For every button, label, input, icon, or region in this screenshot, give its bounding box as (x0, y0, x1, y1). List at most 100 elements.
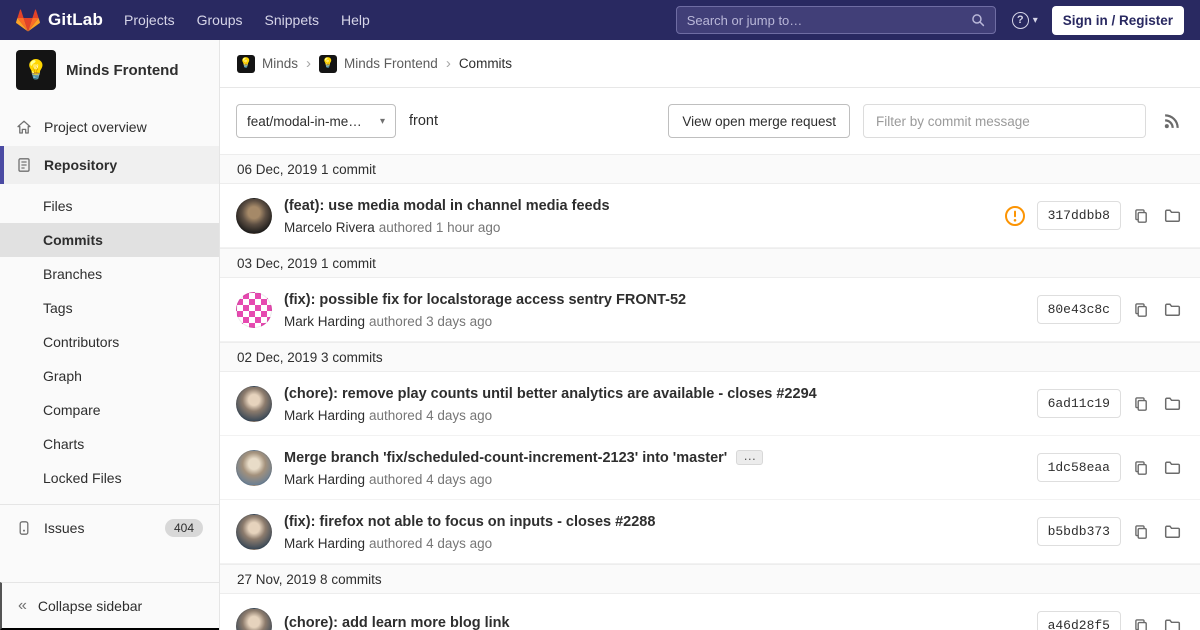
commit-date-header: 27 Nov, 2019 8 commits (220, 564, 1200, 594)
sidebar-item-label: Project overview (44, 119, 147, 135)
browse-files-button[interactable] (1161, 456, 1184, 479)
breadcrumb-item-minds[interactable]: Minds (262, 56, 298, 71)
copy-sha-button[interactable] (1130, 205, 1152, 227)
commit-meta: Mark Harding authored 4 days ago (284, 536, 1037, 551)
copy-sha-button[interactable] (1130, 521, 1152, 543)
commit-sha-link[interactable]: 1dc58eaa (1036, 453, 1121, 482)
project-header[interactable]: 💡 Minds Frontend (0, 40, 219, 96)
navbar-menu: Projects Groups Snippets Help (113, 0, 381, 40)
navbar-item-groups[interactable]: Groups (186, 0, 254, 40)
sidebar-item-compare[interactable]: Compare (0, 393, 219, 427)
sidebar-item-charts[interactable]: Charts (0, 427, 219, 461)
commit-sha-link[interactable]: b5bdb373 (1036, 517, 1121, 546)
repo-subitems: Files Commits Branches Tags Contributors Grap… (0, 184, 219, 495)
sidebar-item-repository[interactable]: Repository (0, 146, 219, 184)
browse-files-button[interactable] (1161, 520, 1184, 543)
sidebar-item-issues[interactable]: Issues 404 (0, 509, 219, 547)
commit-author-avatar[interactable] (236, 513, 272, 550)
browse-files-button[interactable] (1161, 614, 1184, 630)
breadcrumb-avatar-icon: 💡 (237, 54, 255, 73)
sidebar-item-contributors[interactable]: Contributors (0, 325, 219, 359)
commit-title-line: (chore): remove play counts until better… (284, 385, 1037, 402)
commit-author-avatar[interactable] (236, 449, 272, 486)
commit-main: (chore): remove play counts until better… (284, 385, 1037, 423)
commit-author-link[interactable]: Mark Harding (284, 472, 365, 487)
commit-date-header: 06 Dec, 2019 1 commit (220, 154, 1200, 184)
selected-branch: feat/modal-in-me… (247, 113, 362, 129)
help-menu-button[interactable]: ? ▾ (1011, 11, 1038, 29)
pipeline-status-warning-icon[interactable] (1004, 205, 1026, 227)
navbar-item-projects[interactable]: Projects (113, 0, 186, 40)
view-open-merge-request-button[interactable]: View open merge request (668, 104, 850, 138)
commit-main: (chore): add learn more blog link (284, 614, 1037, 630)
commit-actions: 317ddbb8 (1004, 201, 1184, 230)
browse-files-button[interactable] (1161, 204, 1184, 227)
chevron-down-icon: ▾ (379, 115, 385, 127)
breadcrumb: 💡 Minds › 💡 Minds Frontend › Commits (220, 40, 1200, 88)
repo-path: front (409, 113, 439, 129)
navbar-item-help[interactable]: Help (330, 0, 381, 40)
commit-title-link[interactable]: (feat): use media modal in channel media… (284, 198, 610, 214)
commits-feed-button[interactable] (1159, 109, 1184, 134)
sidebar-item-tags[interactable]: Tags (0, 291, 219, 325)
branch-selector-dropdown[interactable]: feat/modal-in-me… ▾ (236, 104, 396, 138)
commit-title-link[interactable]: (fix): possible fix for localstorage acc… (284, 292, 686, 308)
commit-sha-link[interactable]: 6ad11c19 (1036, 389, 1121, 418)
expand-commit-message-button[interactable]: … (736, 449, 764, 465)
toolbar-right: View open merge request (668, 104, 1184, 138)
sidebar-nav: Project overview Repository Files Commits… (0, 96, 219, 630)
commit-actions: 6ad11c19 (1036, 389, 1184, 418)
breadcrumb-item-minds-frontend[interactable]: Minds Frontend (344, 56, 438, 71)
commit-author-link[interactable]: Mark Harding (284, 314, 365, 329)
commit-title-link[interactable]: (chore): remove play counts until better… (284, 386, 817, 402)
commit-filter-input[interactable] (863, 104, 1146, 138)
sidebar-item-commits[interactable]: Commits (0, 223, 219, 257)
sidebar-item-locked-files[interactable]: Locked Files (0, 461, 219, 495)
sidebar-item-graph[interactable]: Graph (0, 359, 219, 393)
commit-row: (feat): use media modal in channel media… (220, 184, 1200, 248)
commit-title-line: (fix): possible fix for localstorage acc… (284, 291, 1037, 308)
copy-sha-button[interactable] (1130, 393, 1152, 415)
commit-row: (chore): add learn more blog link a46d28f… (220, 594, 1200, 630)
commit-meta: Marcelo Rivera authored 1 hour ago (284, 220, 1004, 235)
gitlab-logo[interactable]: GitLab (16, 8, 104, 32)
commit-title-link[interactable]: (chore): add learn more blog link (284, 615, 510, 630)
commit-author-link[interactable]: Marcelo Rivera (284, 220, 375, 235)
commit-author-avatar[interactable] (236, 197, 272, 234)
commit-author-avatar[interactable] (236, 385, 272, 422)
search-input[interactable] (686, 12, 971, 28)
copy-sha-button[interactable] (1130, 299, 1152, 321)
repository-icon (16, 157, 33, 173)
commit-sha-link[interactable]: a46d28f5 (1036, 611, 1121, 630)
commit-title-line: Merge branch 'fix/scheduled-count-increm… (284, 449, 1037, 466)
commit-sha-link[interactable]: 317ddbb8 (1036, 201, 1121, 230)
gitlab-tanuki-icon (16, 8, 40, 32)
collapse-sidebar-button[interactable]: « Collapse sidebar (0, 582, 219, 630)
commit-meta: Mark Harding authored 4 days ago (284, 472, 1037, 487)
commit-author-avatar[interactable] (236, 607, 272, 630)
collapse-icon: « (18, 596, 27, 614)
commit-sha-link[interactable]: 80e43c8c (1036, 295, 1121, 324)
sidebar-item-branches[interactable]: Branches (0, 257, 219, 291)
commit-list: 06 Dec, 2019 1 commit (feat): use media m… (220, 154, 1200, 630)
top-navbar: GitLab ProjectsGroupsSnippetsHelp ? ▾ Si… (0, 0, 1200, 40)
sidebar-item-project-overview[interactable]: Project overview (0, 108, 219, 146)
sidebar-item-label: Issues (44, 520, 85, 536)
commit-title-link[interactable]: Merge branch 'fix/scheduled-count-increm… (284, 450, 727, 466)
sidebar-item-label: Repository (44, 157, 118, 173)
commit-author-avatar[interactable] (236, 291, 272, 328)
sidebar-item-files[interactable]: Files (0, 189, 219, 223)
commit-actions: 1dc58eaa (1036, 453, 1184, 482)
gitlab-logo-text: GitLab (48, 10, 104, 29)
browse-files-button[interactable] (1161, 298, 1184, 321)
commit-title-link[interactable]: (fix): firefox not able to focus on inpu… (284, 514, 655, 530)
copy-sha-button[interactable] (1130, 615, 1152, 630)
copy-sha-button[interactable] (1130, 457, 1152, 479)
sign-in-register-button[interactable]: Sign in / Register (1051, 5, 1184, 35)
sidebar: 💡 Minds Frontend Project overview Reposi… (0, 40, 220, 630)
browse-files-button[interactable] (1161, 392, 1184, 415)
navbar-item-snippets[interactable]: Snippets (254, 0, 330, 40)
commit-author-link[interactable]: Mark Harding (284, 408, 365, 423)
collapse-sidebar-label: Collapse sidebar (37, 597, 143, 614)
commit-author-link[interactable]: Mark Harding (284, 536, 365, 551)
